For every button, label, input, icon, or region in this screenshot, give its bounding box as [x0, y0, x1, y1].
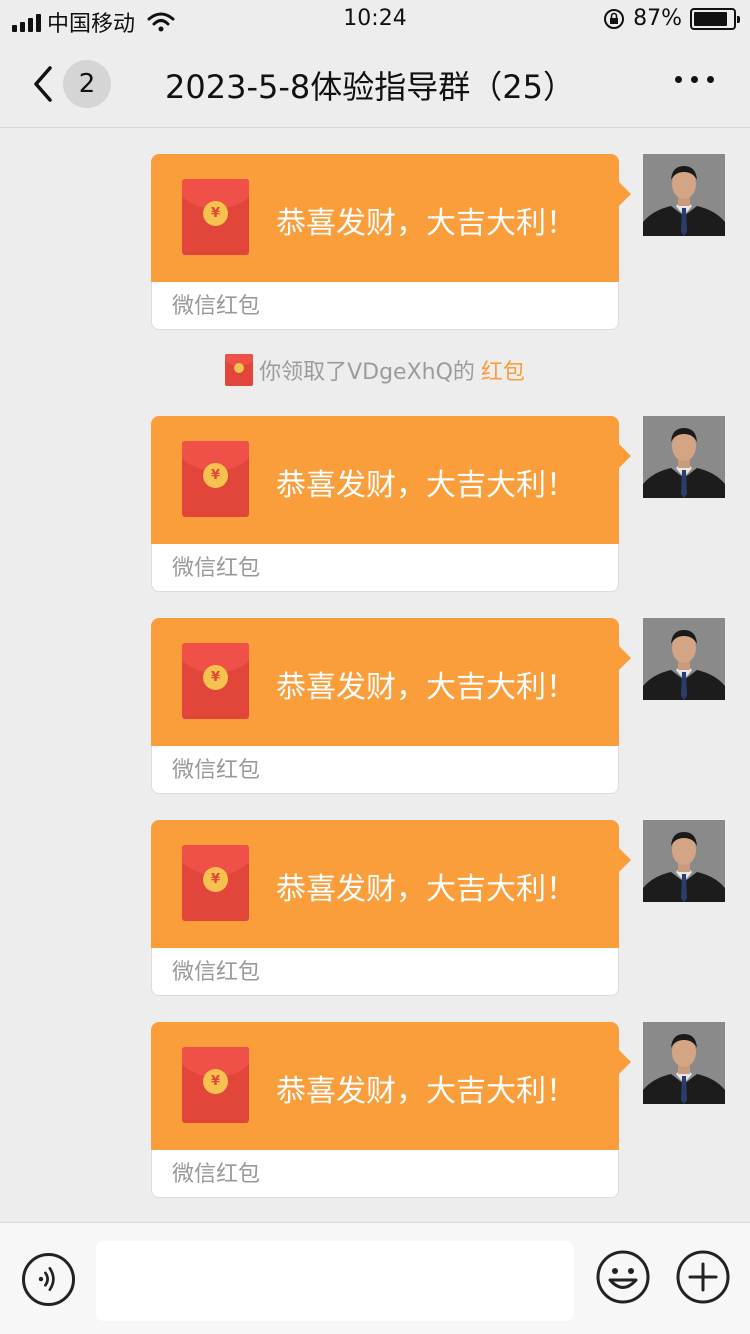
notice-text: 你领取了VDgeXhQ的 [259, 360, 475, 385]
plus-icon[interactable] [675, 1249, 731, 1305]
notice-link[interactable]: 红包 [481, 354, 525, 386]
red-packet-body[interactable]: ¥ 恭喜发财，大吉大利！ [151, 1022, 631, 1150]
red-packet-bubble[interactable]: ¥ 恭喜发财，大吉大利！ 微信红包 [151, 416, 631, 592]
voice-icon[interactable] [22, 1253, 75, 1306]
red-packet-footer: 微信红包 [151, 948, 619, 996]
battery-icon [690, 7, 740, 30]
red-packet-bubble[interactable]: ¥ 恭喜发财，大吉大利！ 微信红包 [151, 618, 631, 794]
red-packet-greeting: 恭喜发财，大吉大利！ [276, 872, 576, 907]
red-packet-body[interactable]: ¥ 恭喜发财，大吉大利！ [151, 416, 631, 544]
red-packet-icon: ¥ [182, 441, 249, 517]
message-row: ¥ 恭喜发财，大吉大利！ 微信红包 [0, 416, 750, 592]
red-packet-body[interactable]: ¥ 恭喜发财，大吉大利！ [151, 154, 631, 282]
avatar[interactable] [643, 618, 725, 700]
message-row: ¥ 恭喜发财，大吉大利！ 微信红包 [0, 1022, 750, 1198]
nav-bar: 2 2023-5-8体验指导群（25） [0, 40, 750, 128]
message-row: ¥ 恭喜发财，大吉大利！ 微信红包 [0, 618, 750, 794]
red-packet-source: 微信红包 [172, 960, 261, 985]
system-notice: 你领取了VDgeXhQ的 红包 [0, 354, 750, 392]
red-packet-greeting: 恭喜发财，大吉大利！ [276, 206, 576, 241]
red-packet-greeting: 恭喜发财，大吉大利！ [276, 670, 576, 705]
chat-title: 2023-5-8体验指导群（25） [165, 68, 575, 106]
avatar[interactable] [643, 820, 725, 902]
more-dots-icon[interactable] [675, 76, 714, 83]
avatar[interactable] [643, 416, 725, 498]
emoji-icon[interactable] [595, 1249, 651, 1305]
red-packet-greeting: 恭喜发财，大吉大利！ [276, 1074, 576, 1109]
input-bar [0, 1222, 750, 1334]
avatar[interactable] [643, 154, 725, 236]
message-row: ¥ 恭喜发财，大吉大利！ 微信红包 [0, 154, 750, 330]
red-packet-icon: ¥ [182, 643, 249, 719]
red-packet-bubble[interactable]: ¥ 恭喜发财，大吉大利！ 微信红包 [151, 820, 631, 996]
red-packet-body[interactable]: ¥ 恭喜发财，大吉大利！ [151, 820, 631, 948]
red-packet-bubble[interactable]: ¥ 恭喜发财，大吉大利！ 微信红包 [151, 1022, 631, 1198]
red-packet-footer: 微信红包 [151, 282, 619, 330]
red-packet-icon: ¥ [182, 1047, 249, 1123]
red-packet-icon [225, 354, 254, 386]
red-packet-source: 微信红包 [172, 294, 261, 319]
red-packet-greeting: 恭喜发财，大吉大利！ [276, 468, 576, 503]
red-packet-icon: ¥ [182, 845, 249, 921]
orientation-lock-icon [604, 8, 625, 29]
red-packet-footer: 微信红包 [151, 544, 619, 592]
red-packet-body[interactable]: ¥ 恭喜发财，大吉大利！ [151, 618, 631, 746]
message-input[interactable] [96, 1241, 574, 1321]
red-packet-icon: ¥ [182, 179, 249, 255]
red-packet-source: 微信红包 [172, 556, 261, 581]
red-packet-footer: 微信红包 [151, 1150, 619, 1198]
red-packet-footer: 微信红包 [151, 746, 619, 794]
status-bar: 中国移动 10:24 87% [0, 0, 750, 40]
red-packet-source: 微信红包 [172, 758, 261, 783]
battery-percent: 87% [633, 6, 682, 31]
status-right: 87% [603, 6, 740, 31]
message-row: ¥ 恭喜发财，大吉大利！ 微信红包 [0, 820, 750, 996]
red-packet-source: 微信红包 [172, 1162, 261, 1187]
red-packet-bubble[interactable]: ¥ 恭喜发财，大吉大利！ 微信红包 [151, 154, 631, 330]
avatar[interactable] [643, 1022, 725, 1104]
